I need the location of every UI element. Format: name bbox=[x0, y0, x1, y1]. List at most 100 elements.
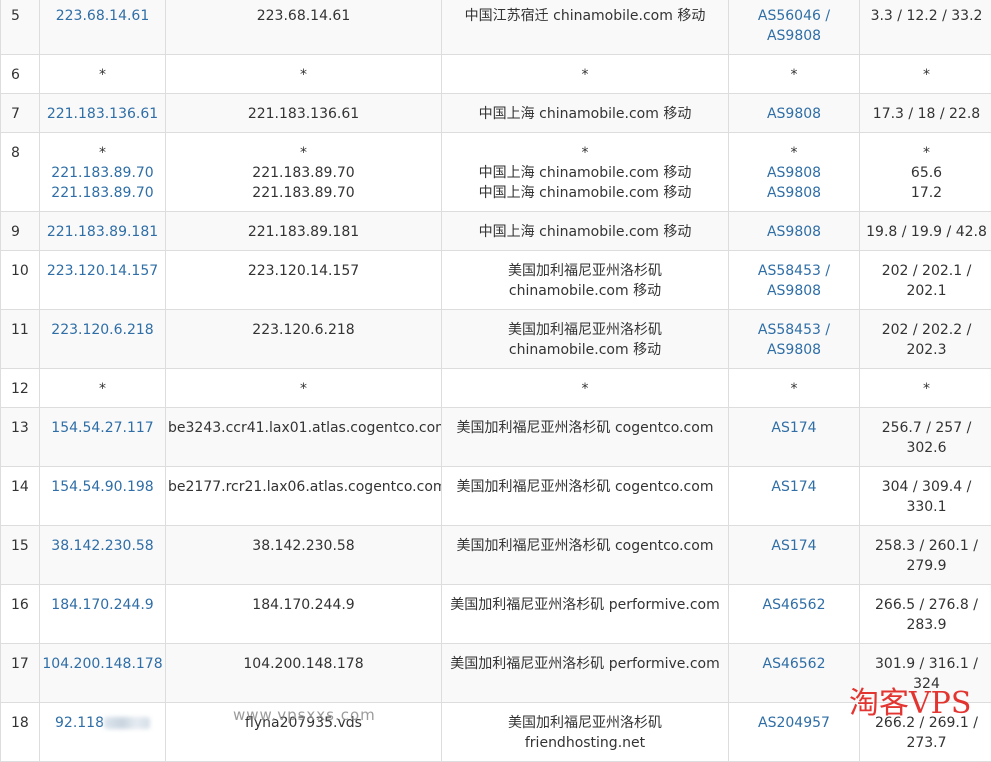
asn-cell: AS174 bbox=[729, 408, 860, 467]
hop-number-cell: 9 bbox=[1, 212, 40, 251]
asn-link[interactable]: AS174 bbox=[731, 477, 857, 497]
hostname: 221.183.89.70 bbox=[168, 183, 439, 203]
location-text: 中国江苏宿迁 chinamobile.com 移动 bbox=[444, 6, 726, 26]
location-text: 美国加利福尼亚州洛杉矶 bbox=[444, 261, 726, 281]
asn-cell: AS58453 /AS9808 bbox=[729, 251, 860, 310]
ip-cell: 221.183.136.61 bbox=[40, 94, 166, 133]
asn-link[interactable]: AS9808 bbox=[731, 163, 857, 183]
asn-timeout: * bbox=[731, 379, 857, 399]
location-text: 美国加利福尼亚州洛杉矶 performive.com bbox=[444, 595, 726, 615]
ip-cell: 104.200.148.178 bbox=[40, 644, 166, 703]
location-cell: 中国上海 chinamobile.com 移动 bbox=[442, 94, 729, 133]
location-text: 中国上海 chinamobile.com 移动 bbox=[444, 104, 726, 124]
asn-link[interactable]: AS46562 bbox=[731, 595, 857, 615]
hostname: 223.120.6.218 bbox=[168, 320, 439, 340]
asn-cell: AS174 bbox=[729, 526, 860, 585]
hop-number-cell: 7 bbox=[1, 94, 40, 133]
location-text: * bbox=[444, 379, 726, 399]
asn-link[interactable]: AS204957 bbox=[731, 713, 857, 733]
location-cell: 中国江苏宿迁 chinamobile.com 移动 bbox=[442, 0, 729, 55]
hop-number: 15 bbox=[11, 536, 37, 556]
latency-value: 330.1 bbox=[862, 497, 991, 517]
asn-cell: AS9808 bbox=[729, 212, 860, 251]
asn-cell: AS46562 bbox=[729, 644, 860, 703]
ip-link[interactable]: 221.183.89.70 bbox=[42, 183, 163, 203]
latency-value: 273.7 bbox=[862, 733, 991, 753]
asn-link[interactable]: AS174 bbox=[731, 536, 857, 556]
location-text: 美国加利福尼亚州洛杉矶 bbox=[444, 320, 726, 340]
asn-link[interactable]: AS58453 / bbox=[731, 320, 857, 340]
asn-link[interactable]: AS9808 bbox=[731, 26, 857, 46]
ip-link[interactable]: 92.118 bbox=[42, 713, 163, 733]
location-text: friendhosting.net bbox=[444, 733, 726, 753]
ip-link[interactable]: 154.54.27.117 bbox=[42, 418, 163, 438]
hostname: 221.183.136.61 bbox=[168, 104, 439, 124]
latency-cell: 17.3 / 18 / 22.8 bbox=[860, 94, 991, 133]
asn-cell: AS56046 /AS9808 bbox=[729, 0, 860, 55]
table-row: 11223.120.6.218223.120.6.218美国加利福尼亚州洛杉矶c… bbox=[1, 310, 991, 369]
location-cell: 美国加利福尼亚州洛杉矶 performive.com bbox=[442, 585, 729, 644]
ip-link[interactable]: 221.183.136.61 bbox=[42, 104, 163, 124]
asn-link[interactable]: AS9808 bbox=[731, 222, 857, 242]
traceroute-table: 5223.68.14.61223.68.14.61中国江苏宿迁 chinamob… bbox=[0, 0, 991, 762]
hop-number: 13 bbox=[11, 418, 37, 438]
asn-link[interactable]: AS58453 / bbox=[731, 261, 857, 281]
asn-link[interactable]: AS9808 bbox=[731, 281, 857, 301]
location-text: 美国加利福尼亚州洛杉矶 cogentco.com bbox=[444, 477, 726, 497]
hostname-cell: 38.142.230.58 bbox=[166, 526, 442, 585]
redacted-ip-blur bbox=[104, 717, 150, 729]
hostname: 38.142.230.58 bbox=[168, 536, 439, 556]
ip-link[interactable]: 184.170.244.9 bbox=[42, 595, 163, 615]
ip-link[interactable]: 104.200.148.178 bbox=[42, 654, 163, 674]
asn-link[interactable]: AS9808 bbox=[731, 104, 857, 124]
table-row: 5223.68.14.61223.68.14.61中国江苏宿迁 chinamob… bbox=[1, 0, 991, 55]
asn-timeout: * bbox=[731, 143, 857, 163]
location-text: 美国加利福尼亚州洛杉矶 cogentco.com bbox=[444, 536, 726, 556]
table-row: 10223.120.14.157223.120.14.157美国加利福尼亚州洛杉… bbox=[1, 251, 991, 310]
asn-cell: AS174 bbox=[729, 467, 860, 526]
ip-link[interactable]: 223.120.14.157 bbox=[42, 261, 163, 281]
hostname: 223.68.14.61 bbox=[168, 6, 439, 26]
watermark-brand-logo: 淘客VPS bbox=[849, 678, 971, 722]
location-cell: 美国加利福尼亚州洛杉矶 cogentco.com bbox=[442, 408, 729, 467]
asn-link[interactable]: AS56046 / bbox=[731, 6, 857, 26]
ip-link[interactable]: 221.183.89.181 bbox=[42, 222, 163, 242]
latency-value: 202 / 202.2 / bbox=[862, 320, 991, 340]
ip-link[interactable]: 223.68.14.61 bbox=[42, 6, 163, 26]
hostname-cell: be3243.ccr41.lax01.atlas.cogentco.com bbox=[166, 408, 442, 467]
table-row: 13154.54.27.117be3243.ccr41.lax01.atlas.… bbox=[1, 408, 991, 467]
ip-link[interactable]: 154.54.90.198 bbox=[42, 477, 163, 497]
latency-cell: 19.8 / 19.9 / 42.8 bbox=[860, 212, 991, 251]
ip-link[interactable]: 223.120.6.218 bbox=[42, 320, 163, 340]
latency-value: 202.1 bbox=[862, 281, 991, 301]
hostname-cell: 221.183.89.181 bbox=[166, 212, 442, 251]
latency-value: 258.3 / 260.1 / bbox=[862, 536, 991, 556]
asn-link[interactable]: AS9808 bbox=[731, 340, 857, 360]
location-text: 美国加利福尼亚州洛杉矶 bbox=[444, 713, 726, 733]
table-row: 12***** bbox=[1, 369, 991, 408]
ip-timeout: * bbox=[42, 65, 163, 85]
latency-cell: 202 / 202.1 /202.1 bbox=[860, 251, 991, 310]
latency-value: * bbox=[862, 379, 991, 399]
latency-value: 3.3 / 12.2 / 33.2 bbox=[862, 6, 991, 26]
table-row: 1538.142.230.5838.142.230.58美国加利福尼亚州洛杉矶 … bbox=[1, 526, 991, 585]
table-row: 14154.54.90.198be2177.rcr21.lax06.atlas.… bbox=[1, 467, 991, 526]
asn-link[interactable]: AS9808 bbox=[731, 183, 857, 203]
ip-cell: *221.183.89.70221.183.89.70 bbox=[40, 133, 166, 212]
hop-number-cell: 8 bbox=[1, 133, 40, 212]
hostname: 221.183.89.70 bbox=[168, 163, 439, 183]
ip-link[interactable]: 221.183.89.70 bbox=[42, 163, 163, 183]
latency-cell: 304 / 309.4 /330.1 bbox=[860, 467, 991, 526]
hop-number: 8 bbox=[11, 143, 37, 163]
ip-cell: 154.54.27.117 bbox=[40, 408, 166, 467]
location-cell: 美国加利福尼亚州洛杉矶chinamobile.com 移动 bbox=[442, 251, 729, 310]
location-text: chinamobile.com 移动 bbox=[444, 340, 726, 360]
hostname: 104.200.148.178 bbox=[168, 654, 439, 674]
latency-value: 304 / 309.4 / bbox=[862, 477, 991, 497]
asn-link[interactable]: AS46562 bbox=[731, 654, 857, 674]
ip-link[interactable]: 38.142.230.58 bbox=[42, 536, 163, 556]
table-row: 9221.183.89.181221.183.89.181中国上海 chinam… bbox=[1, 212, 991, 251]
asn-link[interactable]: AS174 bbox=[731, 418, 857, 438]
asn-cell: AS46562 bbox=[729, 585, 860, 644]
latency-value: 17.2 bbox=[862, 183, 991, 203]
